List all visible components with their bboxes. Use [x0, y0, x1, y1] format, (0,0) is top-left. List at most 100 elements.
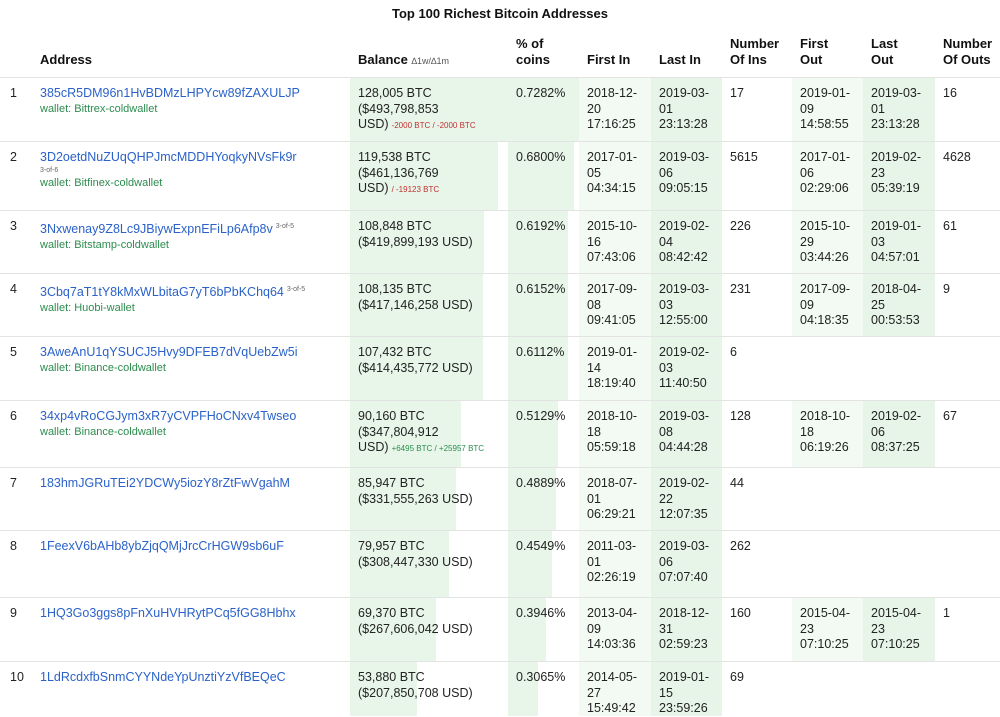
first-out-cell: 2015-04- 23 07:10:25: [792, 598, 863, 662]
pct-coins-value: 0.3946%: [516, 606, 566, 620]
pct-coins-cell: 0.6800%: [508, 142, 579, 211]
address-link[interactable]: 3AweAnU1qYSUCJ5Hvy9DFEB7dVqUebZw5i: [40, 345, 298, 359]
address-link[interactable]: 3Nxwenay9Z8Lc9JBiywExpnEFiLp6Afp8v: [40, 222, 273, 236]
last-out-value: [863, 531, 935, 539]
wallet-link[interactable]: wallet: Bitfinex-coldwallet: [40, 176, 350, 191]
balance-block: 85,947 BTC ($331,555,263 USD): [350, 468, 508, 507]
num-ins-cell: 262: [722, 531, 792, 598]
num-outs-value: 61: [943, 219, 957, 233]
first-out-cell: [792, 531, 863, 598]
address-link[interactable]: 34xp4vRoCGJym3xR7yCVPFHoCNxv4Twseo: [40, 409, 296, 423]
address-link[interactable]: 1HQ3Go3ggs8pFnXuHVHRytPCq5fGG8Hbhx: [40, 606, 296, 620]
last-out-cell: 2018-04- 25 00:53:53: [863, 274, 935, 337]
last-in-cell: 2018-12- 31 02:59:23: [651, 598, 722, 662]
table-row: 10 1LdRcdxfbSnmCYYNdeYpUnztiYzVfBEQeC 53,8…: [0, 661, 1000, 716]
first-in-cell: 2017-09- 08 09:41:05: [579, 274, 651, 337]
balance-block: 69,370 BTC ($267,606,042 USD): [350, 598, 508, 637]
address-block: 3Nxwenay9Z8Lc9JBiywExpnEFiLp6Afp8v 3-of-5…: [40, 211, 350, 253]
balance-btc: 107,432 BTC: [358, 345, 432, 359]
num-outs-cell: 61: [935, 211, 1000, 274]
address-cell: 3Cbq7aT1tY8kMxWLbitaG7yT6bPbKChq64 3-of-5…: [40, 274, 350, 337]
pct-coins-value: 0.6800%: [516, 150, 566, 164]
wallet-link[interactable]: wallet: Bitstamp-coldwallet: [40, 238, 350, 253]
balance-block: 119,538 BTC ($461,136,769 USD) / -19123 B…: [350, 142, 508, 198]
last-out-value: [863, 662, 935, 670]
balance-btc: 90,160 BTC: [358, 409, 425, 423]
pct-coins-value: 0.4889%: [516, 476, 566, 490]
rank-cell: 1: [10, 78, 38, 142]
address-cell: 34xp4vRoCGJym3xR7yCVPFHoCNxv4Twseo wallet…: [40, 401, 350, 468]
address-link[interactable]: 385cR5DM96n1HvBDMzLHPYcw89fZAXULJP: [40, 86, 300, 100]
balance-cell: 69,370 BTC ($267,606,042 USD): [350, 598, 508, 662]
balance-block: 128,005 BTC ($493,798,853 USD) -2000 BTC …: [350, 78, 508, 134]
num-ins-cell: 231: [722, 274, 792, 337]
first-in-cell: 2018-10- 18 05:59:18: [579, 401, 651, 468]
last-out-value: 2019-03- 01 23:13:28: [871, 86, 922, 131]
first-out-value: 2019-01- 09 14:58:55: [800, 86, 851, 131]
address-cell: 3AweAnU1qYSUCJ5Hvy9DFEB7dVqUebZw5i wallet…: [40, 337, 350, 401]
pct-coins-value: 0.5129%: [516, 409, 566, 423]
balance-btc: 119,538 BTC: [358, 150, 431, 164]
num-outs-value: [935, 662, 1000, 670]
balance-cell: 90,160 BTC ($347,804,912 USD) +6495 BTC /…: [350, 401, 508, 468]
last-in-cell: 2019-02- 04 08:42:42: [651, 211, 722, 274]
table-row: 7 183hmJGRuTEi2YDCWy5iozY8rZtFwVgahM 85,94…: [0, 467, 1000, 531]
balance-cell: 53,880 BTC ($207,850,708 USD): [350, 662, 508, 716]
balance-block: 107,432 BTC ($414,435,772 USD): [350, 337, 508, 376]
num-ins-cell: 44: [722, 468, 792, 531]
balance-usd: ($419,899,193 USD): [358, 234, 473, 249]
num-outs-cell: 16: [935, 78, 1000, 142]
address-link[interactable]: 1LdRcdxfbSnmCYYNdeYpUnztiYzVfBEQeC: [40, 670, 286, 684]
last-in-cell: 2019-03- 03 12:55:00: [651, 274, 722, 337]
header-num-ins[interactable]: Number Of Ins: [730, 36, 779, 76]
rank-number: 7: [10, 476, 17, 490]
multisig-label: 3-of-6: [40, 166, 59, 174]
balance-usd: ($308,447,330 USD): [358, 554, 473, 569]
rank-cell: 8: [10, 531, 38, 598]
first-out-value: 2017-01- 06 02:29:06: [800, 150, 851, 195]
balance-block: 90,160 BTC ($347,804,912 USD) +6495 BTC /…: [350, 401, 508, 457]
rank-cell: 6: [10, 401, 38, 468]
wallet-link[interactable]: wallet: Bittrex-coldwallet: [40, 102, 350, 117]
table-row: 5 3AweAnU1qYSUCJ5Hvy9DFEB7dVqUebZw5i walle…: [0, 336, 1000, 401]
first-in-value: 2015-10- 16 07:43:06: [587, 219, 638, 264]
header-pct-coins[interactable]: % of coins: [516, 36, 550, 76]
rank-cell: 2: [10, 142, 38, 211]
first-in-value: 2013-04- 09 14:03:36: [587, 606, 638, 651]
header-last-out[interactable]: Last Out: [871, 36, 898, 76]
rank-number: 5: [10, 345, 17, 359]
num-outs-value: 4628: [943, 150, 971, 164]
last-out-cell: 2019-01- 03 04:57:01: [863, 211, 935, 274]
num-outs-cell: [935, 662, 1000, 716]
balance-change: / -19123 BTC: [391, 185, 440, 194]
balance-btc: 69,370 BTC: [358, 606, 425, 620]
wallet-link[interactable]: wallet: Huobi-wallet: [40, 301, 350, 316]
header-first-out[interactable]: First Out: [800, 36, 828, 76]
wallet-link[interactable]: wallet: Binance-coldwallet: [40, 361, 350, 376]
num-outs-value: 67: [943, 409, 957, 423]
balance-btc: 85,947 BTC: [358, 476, 425, 490]
rank-cell: 5: [10, 337, 38, 401]
table-row: 1 385cR5DM96n1HvBDMzLHPYcw89fZAXULJP walle…: [0, 77, 1000, 142]
num-ins-value: 262: [730, 539, 751, 553]
first-out-value: [792, 337, 863, 345]
pct-coins-cell: 0.6192%: [508, 211, 579, 274]
header-num-outs[interactable]: Number Of Outs: [943, 36, 992, 76]
last-in-value: 2019-01- 15 23:59:26: [659, 670, 710, 715]
num-ins-value: 160: [730, 606, 751, 620]
num-outs-cell: [935, 531, 1000, 598]
first-in-cell: 2011-03- 01 02:26:19: [579, 531, 651, 598]
wallet-link[interactable]: wallet: Binance-coldwallet: [40, 425, 350, 440]
last-out-value: 2019-02- 06 08:37:25: [871, 409, 922, 454]
table-row: 8 1FeexV6bAHb8ybZjqQMjJrcCrHGW9sb6uF 79,95…: [0, 530, 1000, 598]
address-link[interactable]: 183hmJGRuTEi2YDCWy5iozY8rZtFwVgahM: [40, 476, 290, 490]
last-in-value: 2019-03- 06 09:05:15: [659, 150, 710, 195]
num-outs-cell: [935, 337, 1000, 401]
address-link[interactable]: 3Cbq7aT1tY8kMxWLbitaG7yT6bPbKChq64: [40, 285, 284, 299]
first-in-value: 2019-01- 14 18:19:40: [587, 345, 638, 390]
address-link[interactable]: 1FeexV6bAHb8ybZjqQMjJrcCrHGW9sb6uF: [40, 539, 284, 553]
num-outs-value: [935, 337, 1000, 345]
num-ins-value: 44: [730, 476, 744, 490]
num-outs-value: [935, 531, 1000, 539]
address-link[interactable]: 3D2oetdNuZUqQHPJmcMDDHYoqkyNVsFk9r: [40, 150, 297, 164]
